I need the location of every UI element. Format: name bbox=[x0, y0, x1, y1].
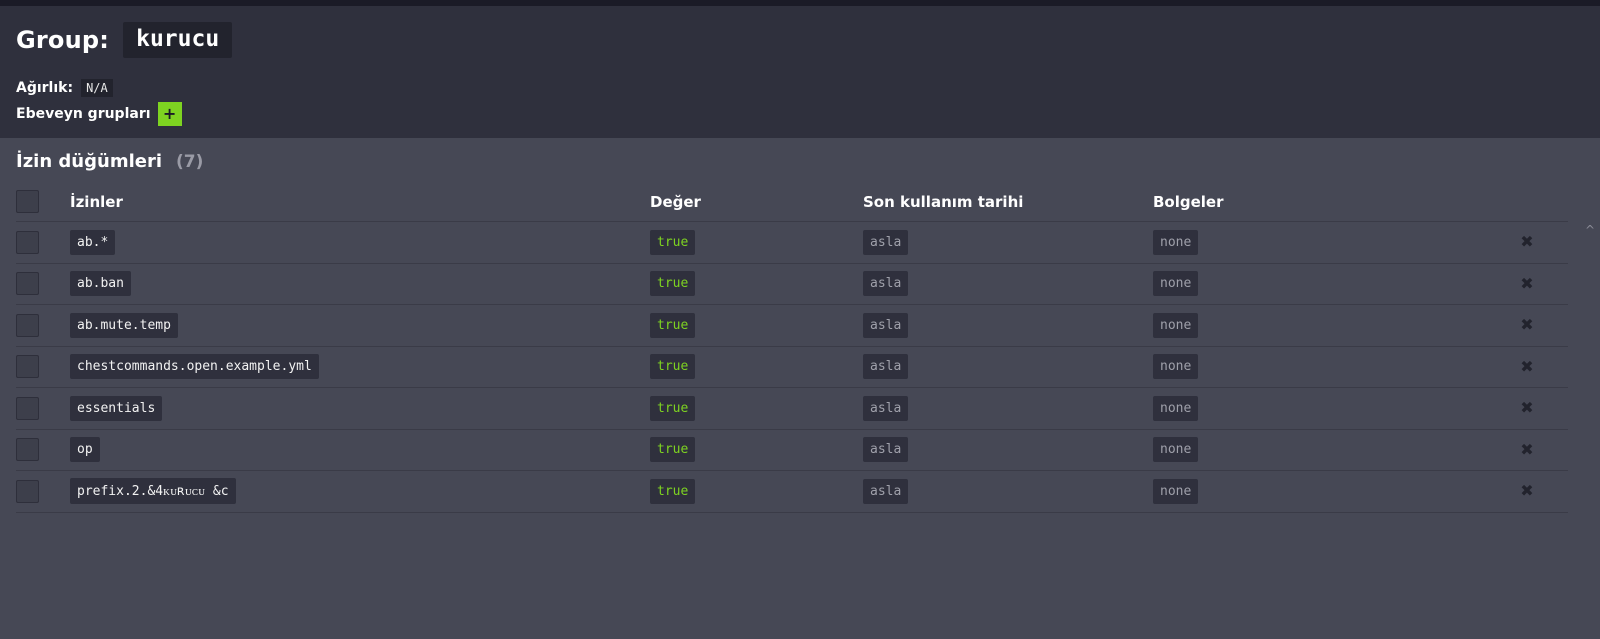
permission-expiry[interactable]: asla bbox=[863, 271, 909, 297]
permission-node[interactable]: ab.mute.temp bbox=[70, 312, 178, 338]
permission-regions[interactable]: none bbox=[1153, 271, 1199, 297]
permission-expiry[interactable]: asla bbox=[863, 437, 909, 463]
permission-value[interactable]: true bbox=[650, 478, 696, 504]
delete-icon[interactable]: ✖ bbox=[1519, 483, 1535, 499]
permission-expiry[interactable]: asla bbox=[863, 229, 909, 255]
row-checkbox[interactable] bbox=[16, 355, 39, 379]
row-checkbox[interactable] bbox=[16, 479, 39, 503]
table-row: ab.ban true asla none ✖ bbox=[16, 264, 1568, 305]
permission-nodes-section: İzin düğümleri (7) İzinler Değer Son kul… bbox=[0, 138, 1600, 513]
table-row: op true asla none ✖ bbox=[16, 430, 1568, 471]
permission-value[interactable]: true bbox=[650, 437, 696, 463]
table-row: ab.* true asla none ✖ bbox=[16, 222, 1568, 264]
section-title-text: İzin düğümleri bbox=[16, 151, 163, 172]
permission-node[interactable]: op bbox=[70, 437, 100, 463]
permission-node[interactable]: ab.* bbox=[70, 229, 116, 255]
permission-regions[interactable]: none bbox=[1153, 229, 1199, 255]
parent-groups-line: Ebeveyn grupları + bbox=[16, 102, 1584, 126]
permission-node[interactable]: chestcommands.open.example.yml bbox=[70, 354, 319, 380]
section-title: İzin düğümleri (7) bbox=[16, 138, 1584, 182]
group-header: Group: kurucu Ağırlık: N/A Ebeveyn grupl… bbox=[0, 6, 1600, 138]
permission-expiry[interactable]: asla bbox=[863, 478, 909, 504]
delete-icon[interactable]: ✖ bbox=[1519, 358, 1535, 375]
permission-value[interactable]: true bbox=[650, 229, 696, 255]
column-header-permission: İzinler bbox=[70, 192, 123, 211]
table-row: chestcommands.open.example.yml true asla no… bbox=[16, 347, 1568, 388]
parent-groups-label: Ebeveyn grupları bbox=[16, 106, 151, 122]
delete-icon[interactable]: ✖ bbox=[1519, 275, 1535, 292]
table-row: ab.mute.temp true asla none ✖ bbox=[16, 305, 1568, 347]
column-header-value: Değer bbox=[650, 192, 701, 211]
permission-regions[interactable]: none bbox=[1153, 395, 1199, 421]
table-row: prefix.2.&4ᴋᴜʀᴜᴄᴜ &c true asla none ✖ bbox=[16, 471, 1568, 513]
permission-regions[interactable]: none bbox=[1153, 354, 1199, 380]
permission-expiry[interactable]: asla bbox=[863, 354, 909, 380]
add-parent-button[interactable]: + bbox=[157, 102, 182, 126]
group-label: Group: bbox=[16, 26, 110, 54]
permission-value[interactable]: true bbox=[650, 354, 696, 380]
permission-value[interactable]: true bbox=[650, 312, 696, 338]
group-name: kurucu bbox=[123, 22, 233, 58]
weight-value: N/A bbox=[81, 79, 113, 97]
row-checkbox[interactable] bbox=[16, 230, 39, 254]
table-row: essentials true asla none ✖ bbox=[16, 388, 1568, 430]
group-title: Group: kurucu bbox=[16, 22, 1584, 58]
permission-count: (7) bbox=[176, 152, 204, 172]
row-checkbox[interactable] bbox=[16, 438, 39, 462]
table-header-row: İzinler Değer Son kullanım tarihi Bolgel… bbox=[16, 182, 1568, 222]
column-header-expiry: Son kullanım tarihi bbox=[863, 192, 1024, 211]
select-all-checkbox[interactable] bbox=[16, 190, 39, 213]
weight-line: Ağırlık: N/A bbox=[16, 78, 1584, 98]
row-checkbox[interactable] bbox=[16, 396, 39, 420]
permission-node[interactable]: ab.ban bbox=[70, 271, 131, 297]
column-header-regions: Bolgeler bbox=[1153, 192, 1224, 211]
row-checkbox[interactable] bbox=[16, 272, 39, 296]
permission-value[interactable]: true bbox=[650, 271, 696, 297]
permissions-table: İzinler Değer Son kullanım tarihi Bolgel… bbox=[16, 182, 1568, 513]
delete-icon[interactable]: ✖ bbox=[1519, 400, 1535, 416]
delete-icon[interactable]: ✖ bbox=[1519, 441, 1535, 458]
permission-node[interactable]: essentials bbox=[70, 395, 163, 421]
delete-icon[interactable]: ✖ bbox=[1519, 317, 1535, 333]
permission-expiry[interactable]: asla bbox=[863, 312, 909, 338]
permission-value[interactable]: true bbox=[650, 395, 696, 421]
permission-regions[interactable]: none bbox=[1153, 312, 1199, 338]
permission-node[interactable]: prefix.2.&4ᴋᴜʀᴜᴄᴜ &c bbox=[70, 478, 236, 505]
permission-regions[interactable]: none bbox=[1153, 478, 1199, 504]
weight-label: Ağırlık: bbox=[16, 80, 74, 96]
row-checkbox[interactable] bbox=[16, 313, 39, 337]
permission-regions[interactable]: none bbox=[1153, 437, 1199, 463]
permission-expiry[interactable]: asla bbox=[863, 395, 909, 421]
delete-icon[interactable]: ✖ bbox=[1519, 234, 1535, 250]
scroll-up-icon[interactable]: ^ bbox=[1584, 224, 1596, 236]
